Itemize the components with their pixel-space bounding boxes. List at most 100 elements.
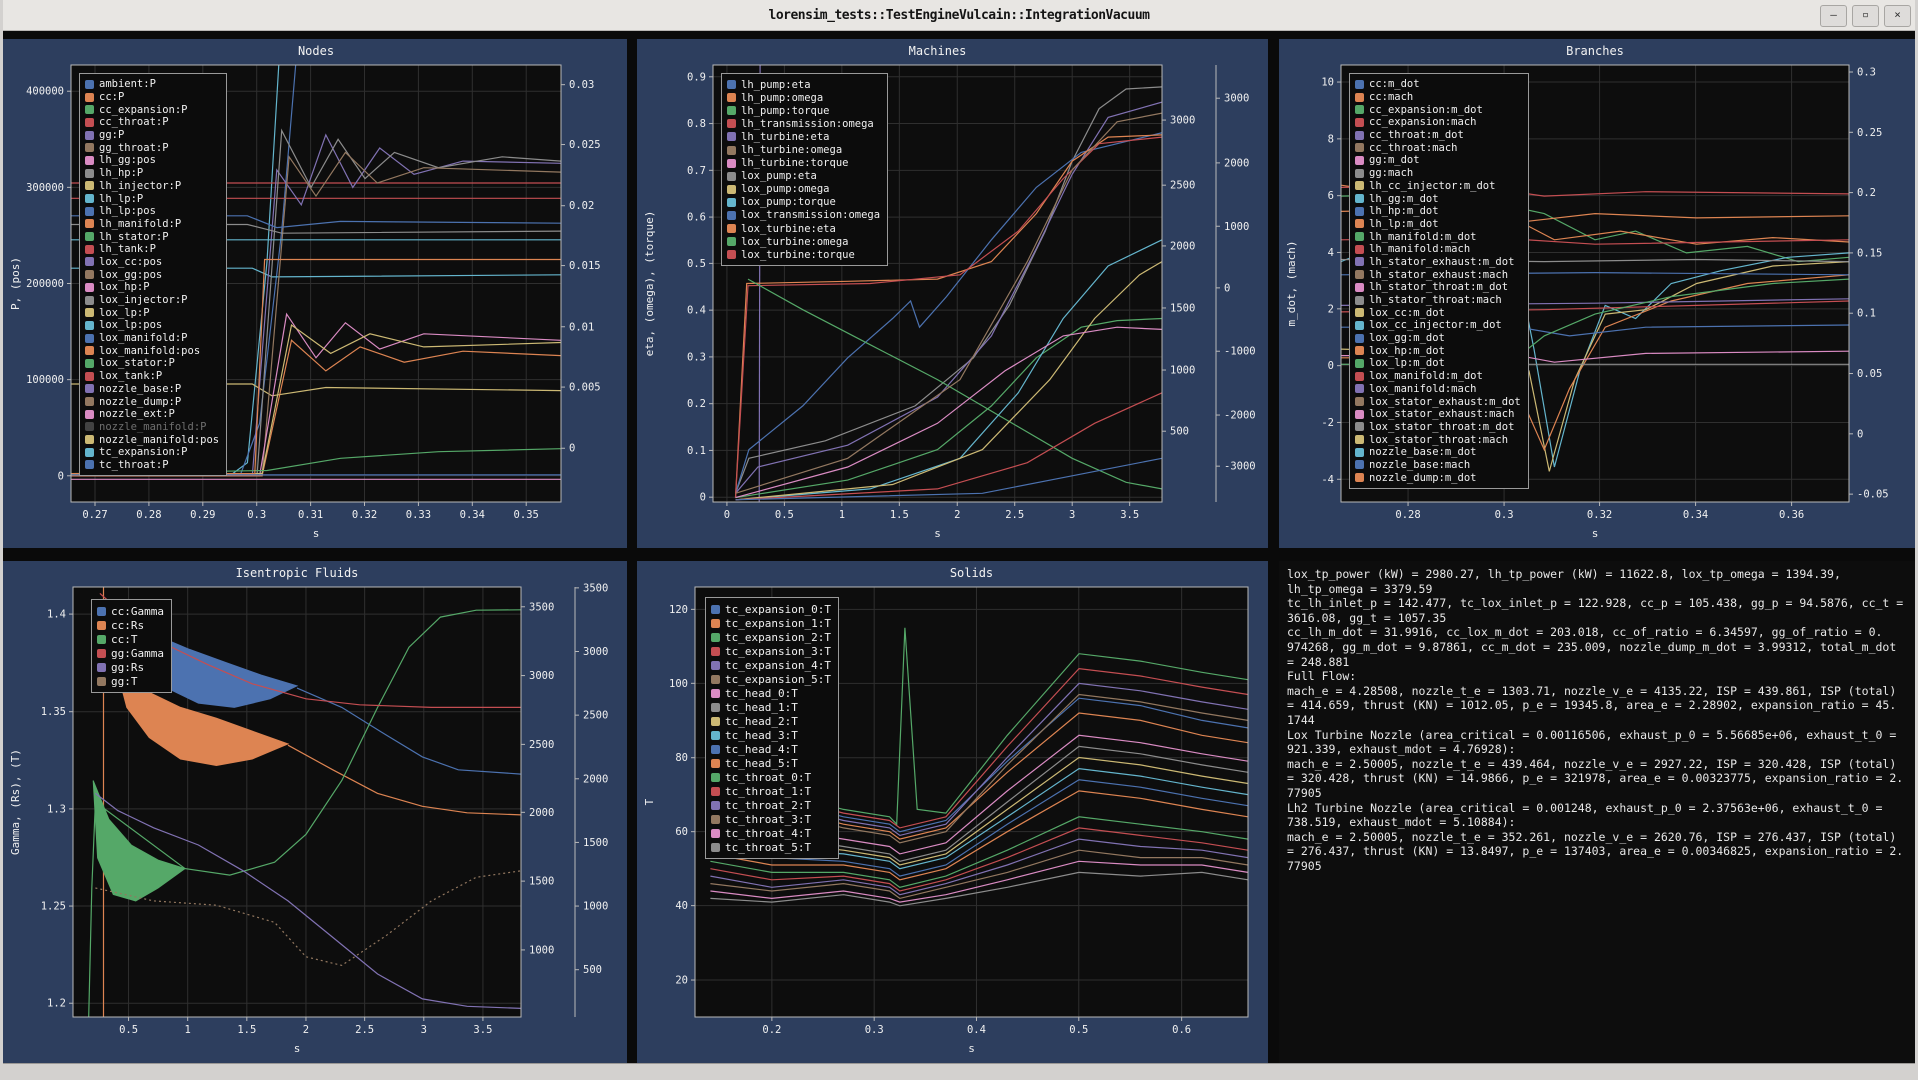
legend-item: lh_turbine:omega (727, 143, 880, 156)
legend-item: gg:m_dot (1355, 154, 1521, 167)
legend-swatch-icon (1355, 219, 1364, 228)
legend-swatch-icon (711, 815, 720, 824)
right-tick-label: 1500 (529, 876, 554, 888)
legend-item: gg_throat:P (85, 141, 219, 154)
legend-label: lh_lp:P (99, 193, 143, 205)
x-tick-label: 0.3 (865, 1024, 884, 1036)
legend-label: tc_expansion:P (99, 446, 188, 458)
right-tick-label: 2000 (529, 807, 554, 819)
legend-swatch-icon (97, 663, 106, 672)
legend-label: nozzle_dump:m_dot (1369, 472, 1476, 484)
legend-item: lox_gg:pos (85, 268, 219, 281)
legend-swatch-icon (727, 185, 736, 194)
right-tick-label: 2500 (583, 710, 608, 722)
legend-item: gg:mach (1355, 167, 1521, 180)
x-tick-label: 1 (839, 509, 845, 521)
legend-swatch-icon (85, 131, 94, 140)
maximize-button[interactable]: ▫ (1852, 5, 1879, 27)
panel-nodes[interactable]: 0.270.280.290.30.310.320.330.340.3501000… (3, 39, 627, 548)
legend-swatch-icon (1355, 296, 1364, 305)
y-tick-label: 1.4 (47, 609, 66, 621)
panel-machines[interactable]: 00.511.522.533.500.10.20.30.40.50.60.70.… (637, 39, 1268, 548)
legend-label: lox_stator_exhaust:m_dot (1369, 396, 1521, 408)
legend: cc:Gammacc:Rscc:Tgg:Gammagg:Rsgg:T (91, 599, 172, 693)
right-tick-label: 2500 (529, 739, 554, 751)
legend-item: tc_expansion_2:T (711, 630, 831, 644)
x-axis-label: s (934, 527, 941, 540)
legend-label: lh_stator_throat:mach (1369, 294, 1502, 306)
window-controls: – ▫ × (1820, 5, 1911, 27)
legend-label: lox_lp:pos (99, 319, 162, 331)
panel-isentropic-fluids[interactable]: 0.511.522.533.51.21.251.31.351.410001500… (3, 561, 627, 1063)
right-tick-label: 0.1 (1857, 308, 1876, 320)
title-bar: lorensim_tests::TestEngineVulcain::Integ… (0, 0, 1918, 31)
legend-item: lox_stator_throat:m_dot (1355, 421, 1521, 434)
right-tick-label: 0.025 (569, 139, 601, 151)
legend-item: gg:T (97, 674, 164, 688)
close-button[interactable]: × (1884, 5, 1911, 27)
legend-label: lh_stator:P (99, 231, 169, 243)
y-tick-label: 2 (1328, 303, 1334, 315)
legend-label: lh_stator_throat:m_dot (1369, 281, 1508, 293)
right-tick-label: 0.02 (569, 200, 594, 212)
legend-label: ambient:P (99, 78, 156, 90)
legend-swatch-icon (85, 143, 94, 152)
minimize-button[interactable]: – (1820, 5, 1847, 27)
legend-swatch-icon (97, 635, 106, 644)
y-tick-label: 60 (675, 826, 688, 838)
legend-item: lh_hp:P (85, 167, 219, 180)
y-tick-label: 6 (1328, 190, 1334, 202)
legend-label: lh_lp:m_dot (1369, 218, 1439, 230)
legend-swatch-icon (1355, 194, 1364, 203)
y-tick-label: 0.9 (687, 71, 706, 83)
legend-item: lox_lp:pos (85, 319, 219, 332)
legend-item: ambient:P (85, 78, 219, 91)
legend-item: tc_expansion:P (85, 446, 219, 459)
legend-label: lh_hp:P (99, 167, 143, 179)
legend-item: tc_expansion_1:T (711, 616, 831, 630)
panel-solids[interactable]: 0.20.30.40.50.620406080100120SolidssTtc_… (637, 561, 1268, 1063)
legend-item: lox_gg:m_dot (1355, 332, 1521, 345)
legend-item: gg:Gamma (97, 646, 164, 660)
legend-label: tc_throat_0:T (725, 771, 811, 784)
legend-item: tc_head_0:T (711, 686, 831, 700)
legend-swatch-icon (85, 448, 94, 457)
legend-swatch-icon (727, 224, 736, 233)
legend-swatch-icon (85, 207, 94, 216)
legend-swatch-icon (97, 621, 106, 630)
legend-item: nozzle_ext:P (85, 408, 219, 421)
legend-item: lox_hp:m_dot (1355, 344, 1521, 357)
legend-label: tc_head_2:T (725, 715, 798, 728)
legend-item: lh_tank:P (85, 243, 219, 256)
legend-swatch-icon (711, 759, 720, 768)
x-tick-label: 0.5 (1069, 1024, 1088, 1036)
legend-label: tc_head_3:T (725, 729, 798, 742)
y-tick-label: 0 (700, 492, 706, 504)
x-axis-label: s (294, 1042, 301, 1055)
legend-item: tc_throat_5:T (711, 840, 831, 854)
right-tick-label: -1000 (1224, 346, 1256, 358)
y-tick-label: 1.2 (47, 998, 66, 1010)
right-tick-label: 3000 (529, 670, 554, 682)
legend-swatch-icon (711, 801, 720, 810)
legend-swatch-icon (85, 422, 94, 431)
legend-label: lh_tank:P (99, 243, 156, 255)
right-tick-label: 3500 (583, 582, 608, 594)
legend-label: lh_cc_injector:m_dot (1369, 180, 1495, 192)
right-tick-label: -2000 (1224, 410, 1256, 422)
y-tick-label: 0 (58, 470, 64, 482)
legend-swatch-icon (1355, 257, 1364, 266)
chart-title: Nodes (298, 44, 334, 58)
app-window: lorensim_tests::TestEngineVulcain::Integ… (0, 0, 1918, 1080)
panel-branches[interactable]: 0.280.30.320.340.36-4-20246810-0.0500.05… (1279, 39, 1915, 548)
legend-item: lh_stator:P (85, 230, 219, 243)
legend-swatch-icon (1355, 181, 1364, 190)
legend-label: lh_turbine:torque (741, 157, 848, 169)
right-tick-label: 1000 (529, 944, 554, 956)
legend-item: tc_expansion_0:T (711, 602, 831, 616)
legend-item: lh_lp:pos (85, 205, 219, 218)
legend-label: lox_stator:P (99, 357, 175, 369)
y-tick-label: 0.6 (687, 212, 706, 224)
y-tick-label: 1.3 (47, 803, 66, 815)
legend-label: cc:m_dot (1369, 78, 1420, 90)
